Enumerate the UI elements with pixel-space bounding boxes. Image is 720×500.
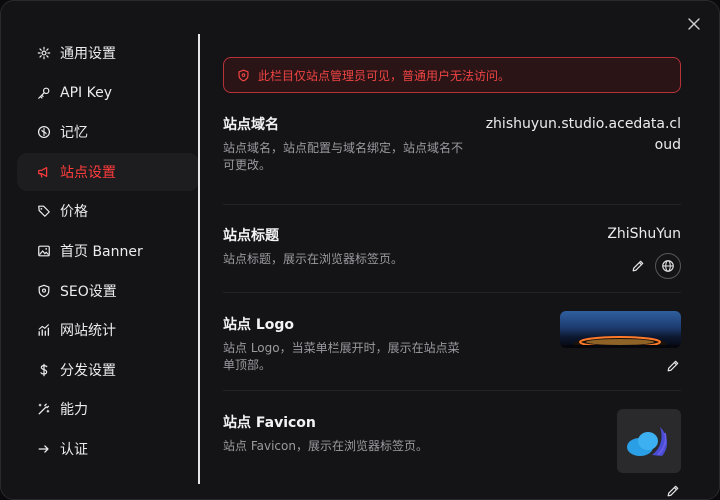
sidebar-item-capabilities[interactable]: 能力	[17, 390, 199, 428]
sidebar-item-distribution[interactable]: 分发设置	[17, 351, 199, 389]
sidebar-item-label: 记忆	[60, 125, 88, 142]
setting-description: 站点 Logo，当菜单栏展开时，展示在站点菜单顶部。	[223, 341, 460, 372]
arrow-right-icon	[37, 442, 51, 456]
sidebar-item-label: API Key	[60, 84, 112, 101]
sidebar-item-pricing[interactable]: 价格	[17, 192, 199, 230]
sidebar-item-general[interactable]: 通用设置	[17, 34, 199, 72]
site-favicon-image	[617, 409, 681, 473]
dollar-icon	[37, 363, 51, 377]
translate-site-title-button[interactable]	[655, 253, 681, 279]
close-button[interactable]	[685, 15, 703, 33]
admin-only-alert: 此栏目仅站点管理员可见，普通用户无法访问。	[223, 57, 681, 93]
sidebar-item-site-settings[interactable]: 站点设置	[17, 152, 199, 191]
sidebar-item-memory[interactable]: 记忆	[17, 113, 199, 151]
sidebar-item-statistics[interactable]: 网站统计	[17, 311, 199, 349]
key-icon	[37, 86, 51, 100]
shield-icon	[37, 284, 51, 298]
image-icon	[37, 244, 51, 258]
setting-description: 站点域名，站点配置与域名绑定，站点域名不可更改。	[223, 141, 464, 172]
pencil-icon	[667, 485, 679, 497]
sidebar-item-label: 通用设置	[60, 46, 116, 62]
sidebar-item-label: SEO设置	[60, 283, 117, 300]
domain-value: zhishuyun.studio.acedata.cloud	[485, 116, 681, 153]
site-settings-panel: 此栏目仅站点管理员可见，普通用户无法访问。 站点域名 站点域名，站点配置与域名绑…	[223, 57, 681, 499]
alert-text: 此栏目仅站点管理员可见，普通用户无法访问。	[258, 68, 511, 83]
sidebar-item-label: 能力	[60, 402, 88, 419]
site-title-actions	[625, 253, 681, 279]
gear-icon	[37, 46, 51, 60]
setting-row-logo: 站点 Logo 站点 Logo，当菜单栏展开时，展示在站点菜单顶部。	[223, 293, 681, 391]
setting-row-domain: 站点域名 站点域名，站点配置与域名绑定，站点域名不可更改。 zhishuyun.…	[223, 93, 681, 205]
stats-icon	[37, 323, 51, 337]
setting-row-favicon: 站点 Favicon 站点 Favicon，展示在浏览器标签页。	[223, 391, 681, 499]
pencil-icon	[632, 260, 644, 272]
sidebar-item-label: 分发设置	[60, 362, 116, 379]
memory-icon	[37, 125, 51, 139]
edit-site-title-button[interactable]	[625, 253, 651, 279]
globe-icon	[662, 260, 674, 272]
site-title-value: ZhiShuYun	[607, 226, 681, 242]
settings-sidebar: 通用设置 API Key 记忆 站点设置 价格 首页 Banner SEO设置 …	[17, 34, 199, 494]
setting-description: 站点 Favicon，展示在浏览器标签页。	[223, 439, 428, 453]
edit-logo-button[interactable]	[665, 358, 681, 374]
sidebar-item-home-banner[interactable]: 首页 Banner	[17, 232, 199, 270]
setting-description: 站点标题，展示在浏览器标签页。	[223, 252, 404, 266]
sidebar-item-label: 网站统计	[60, 323, 116, 340]
sidebar-item-auth[interactable]: 认证	[17, 430, 199, 468]
sidebar-item-api-key[interactable]: API Key	[17, 74, 199, 112]
sidebar-item-label: 价格	[60, 204, 88, 221]
shield-alert-icon	[237, 69, 250, 82]
edit-favicon-button[interactable]	[665, 483, 681, 499]
sidebar-item-label: 站点设置	[60, 164, 116, 181]
sidebar-divider	[198, 34, 200, 484]
magic-wand-icon	[37, 402, 51, 416]
setting-title: 站点 Favicon	[223, 415, 316, 431]
pencil-icon	[667, 360, 679, 372]
site-settings-dialog: 通用设置 API Key 记忆 站点设置 价格 首页 Banner SEO设置 …	[0, 0, 720, 500]
setting-row-site-title: 站点标题 站点标题，展示在浏览器标签页。 ZhiShuYun	[223, 205, 681, 293]
sidebar-item-label: 首页 Banner	[60, 243, 143, 260]
close-icon	[688, 18, 700, 30]
sidebar-item-label: 认证	[60, 441, 88, 458]
site-logo-image	[560, 311, 681, 348]
sidebar-item-seo[interactable]: SEO设置	[17, 272, 199, 310]
megaphone-icon	[37, 165, 51, 179]
tag-icon	[37, 204, 51, 218]
